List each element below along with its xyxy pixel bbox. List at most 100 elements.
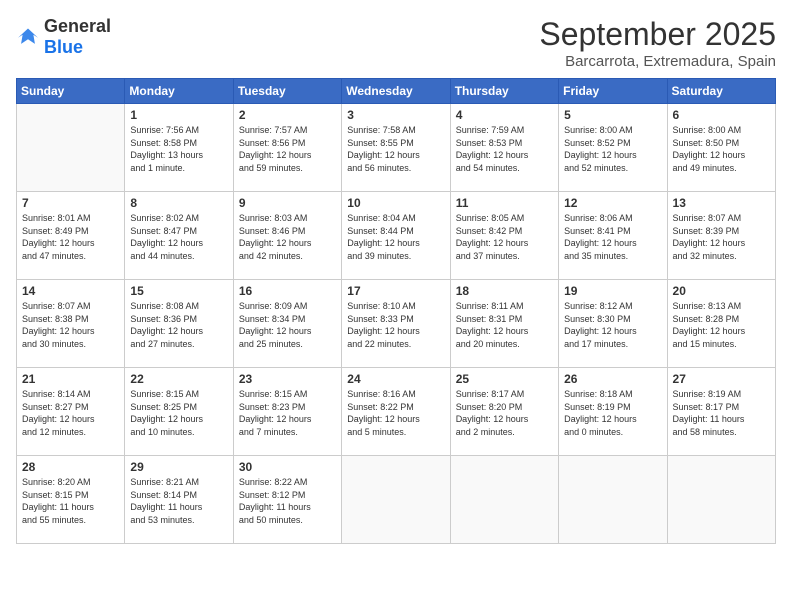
day-info: Sunrise: 8:22 AM Sunset: 8:12 PM Dayligh… bbox=[239, 476, 336, 526]
calendar-cell: 20 Sunrise: 8:13 AM Sunset: 8:28 PM Dayli… bbox=[667, 280, 775, 368]
day-info: Sunrise: 7:58 AM Sunset: 8:55 PM Dayligh… bbox=[347, 124, 444, 174]
calendar-cell bbox=[17, 104, 125, 192]
day-info: Sunrise: 8:07 AM Sunset: 8:39 PM Dayligh… bbox=[673, 212, 770, 262]
day-number: 17 bbox=[347, 284, 444, 298]
day-info: Sunrise: 8:16 AM Sunset: 8:22 PM Dayligh… bbox=[347, 388, 444, 438]
calendar-cell: 22 Sunrise: 8:15 AM Sunset: 8:25 PM Dayli… bbox=[125, 368, 233, 456]
day-number: 30 bbox=[239, 460, 336, 474]
day-info: Sunrise: 8:11 AM Sunset: 8:31 PM Dayligh… bbox=[456, 300, 553, 350]
day-number: 3 bbox=[347, 108, 444, 122]
calendar-cell: 5Sunrise: 8:00 AM Sunset: 8:52 PM Daylig… bbox=[559, 104, 667, 192]
calendar-cell: 2Sunrise: 7:57 AM Sunset: 8:56 PM Daylig… bbox=[233, 104, 341, 192]
day-number: 4 bbox=[456, 108, 553, 122]
weekday-header-monday: Monday bbox=[125, 79, 233, 104]
day-info: Sunrise: 8:15 AM Sunset: 8:23 PM Dayligh… bbox=[239, 388, 336, 438]
day-number: 7 bbox=[22, 196, 119, 210]
logo-bird-icon bbox=[16, 27, 40, 47]
calendar-cell: 19Sunrise: 8:12 AM Sunset: 8:30 PM Dayli… bbox=[559, 280, 667, 368]
day-info: Sunrise: 8:18 AM Sunset: 8:19 PM Dayligh… bbox=[564, 388, 661, 438]
calendar-cell: 30 Sunrise: 8:22 AM Sunset: 8:12 PM Dayli… bbox=[233, 456, 341, 544]
day-number: 6 bbox=[673, 108, 770, 122]
day-info: Sunrise: 8:06 AM Sunset: 8:41 PM Dayligh… bbox=[564, 212, 661, 262]
day-number: 15 bbox=[130, 284, 227, 298]
day-number: 16 bbox=[239, 284, 336, 298]
calendar-cell bbox=[667, 456, 775, 544]
calendar-cell: 24 Sunrise: 8:16 AM Sunset: 8:22 PM Dayli… bbox=[342, 368, 450, 456]
calendar-cell: 15 Sunrise: 8:08 AM Sunset: 8:36 PM Dayli… bbox=[125, 280, 233, 368]
logo-general: General bbox=[44, 16, 111, 36]
calendar-cell: 10Sunrise: 8:04 AM Sunset: 8:44 PM Dayli… bbox=[342, 192, 450, 280]
calendar-cell: 17 Sunrise: 8:10 AM Sunset: 8:33 PM Dayli… bbox=[342, 280, 450, 368]
day-info: Sunrise: 8:19 AM Sunset: 8:17 PM Dayligh… bbox=[673, 388, 770, 438]
calendar-cell: 1 Sunrise: 7:56 AM Sunset: 8:58 PM Daylig… bbox=[125, 104, 233, 192]
calendar-cell: 16 Sunrise: 8:09 AM Sunset: 8:34 PM Dayli… bbox=[233, 280, 341, 368]
day-info: Sunrise: 7:59 AM Sunset: 8:53 PM Dayligh… bbox=[456, 124, 553, 174]
day-info: Sunrise: 8:07 AM Sunset: 8:38 PM Dayligh… bbox=[22, 300, 119, 350]
calendar-cell: 8 Sunrise: 8:02 AM Sunset: 8:47 PM Daylig… bbox=[125, 192, 233, 280]
day-number: 5 bbox=[564, 108, 661, 122]
day-info: Sunrise: 8:09 AM Sunset: 8:34 PM Dayligh… bbox=[239, 300, 336, 350]
day-info: Sunrise: 8:12 AM Sunset: 8:30 PM Dayligh… bbox=[564, 300, 661, 350]
day-number: 20 bbox=[673, 284, 770, 298]
day-number: 22 bbox=[130, 372, 227, 386]
weekday-header-thursday: Thursday bbox=[450, 79, 558, 104]
calendar-cell: 18Sunrise: 8:11 AM Sunset: 8:31 PM Dayli… bbox=[450, 280, 558, 368]
day-number: 11 bbox=[456, 196, 553, 210]
calendar-cell: 9 Sunrise: 8:03 AM Sunset: 8:46 PM Daylig… bbox=[233, 192, 341, 280]
logo-blue: Blue bbox=[44, 37, 83, 57]
calendar-table: SundayMondayTuesdayWednesdayThursdayFrid… bbox=[16, 78, 776, 544]
calendar-cell: 12 Sunrise: 8:06 AM Sunset: 8:41 PM Dayli… bbox=[559, 192, 667, 280]
day-info: Sunrise: 8:20 AM Sunset: 8:15 PM Dayligh… bbox=[22, 476, 119, 526]
day-info: Sunrise: 8:05 AM Sunset: 8:42 PM Dayligh… bbox=[456, 212, 553, 262]
day-info: Sunrise: 8:17 AM Sunset: 8:20 PM Dayligh… bbox=[456, 388, 553, 438]
day-number: 25 bbox=[456, 372, 553, 386]
day-info: Sunrise: 8:08 AM Sunset: 8:36 PM Dayligh… bbox=[130, 300, 227, 350]
day-info: Sunrise: 8:10 AM Sunset: 8:33 PM Dayligh… bbox=[347, 300, 444, 350]
day-number: 27 bbox=[673, 372, 770, 386]
day-info: Sunrise: 7:57 AM Sunset: 8:56 PM Dayligh… bbox=[239, 124, 336, 174]
day-number: 29 bbox=[130, 460, 227, 474]
weekday-header-tuesday: Tuesday bbox=[233, 79, 341, 104]
weekday-header-saturday: Saturday bbox=[667, 79, 775, 104]
day-number: 8 bbox=[130, 196, 227, 210]
month-title: September 2025 bbox=[539, 16, 776, 53]
calendar-cell: 21 Sunrise: 8:14 AM Sunset: 8:27 PM Dayli… bbox=[17, 368, 125, 456]
day-number: 1 bbox=[130, 108, 227, 122]
logo: General Blue bbox=[16, 16, 111, 58]
calendar-cell: 14 Sunrise: 8:07 AM Sunset: 8:38 PM Dayli… bbox=[17, 280, 125, 368]
day-info: Sunrise: 8:15 AM Sunset: 8:25 PM Dayligh… bbox=[130, 388, 227, 438]
day-info: Sunrise: 8:13 AM Sunset: 8:28 PM Dayligh… bbox=[673, 300, 770, 350]
weekday-header-row: SundayMondayTuesdayWednesdayThursdayFrid… bbox=[17, 79, 776, 104]
day-number: 14 bbox=[22, 284, 119, 298]
day-info: Sunrise: 8:00 AM Sunset: 8:50 PM Dayligh… bbox=[673, 124, 770, 174]
calendar-week-row: 14 Sunrise: 8:07 AM Sunset: 8:38 PM Dayli… bbox=[17, 280, 776, 368]
calendar-week-row: 21 Sunrise: 8:14 AM Sunset: 8:27 PM Dayli… bbox=[17, 368, 776, 456]
day-number: 23 bbox=[239, 372, 336, 386]
calendar-cell bbox=[450, 456, 558, 544]
calendar-cell bbox=[559, 456, 667, 544]
day-info: Sunrise: 8:01 AM Sunset: 8:49 PM Dayligh… bbox=[22, 212, 119, 262]
weekday-header-sunday: Sunday bbox=[17, 79, 125, 104]
calendar-week-row: 7 Sunrise: 8:01 AM Sunset: 8:49 PM Daylig… bbox=[17, 192, 776, 280]
day-info: Sunrise: 8:02 AM Sunset: 8:47 PM Dayligh… bbox=[130, 212, 227, 262]
day-info: Sunrise: 8:04 AM Sunset: 8:44 PM Dayligh… bbox=[347, 212, 444, 262]
header: General Blue September 2025 Barcarrota, … bbox=[16, 16, 776, 70]
calendar-cell: 13 Sunrise: 8:07 AM Sunset: 8:39 PM Dayli… bbox=[667, 192, 775, 280]
day-number: 12 bbox=[564, 196, 661, 210]
calendar-cell: 27 Sunrise: 8:19 AM Sunset: 8:17 PM Dayli… bbox=[667, 368, 775, 456]
weekday-header-friday: Friday bbox=[559, 79, 667, 104]
day-info: Sunrise: 7:56 AM Sunset: 8:58 PM Dayligh… bbox=[130, 124, 227, 174]
day-number: 24 bbox=[347, 372, 444, 386]
calendar-cell: 29Sunrise: 8:21 AM Sunset: 8:14 PM Dayli… bbox=[125, 456, 233, 544]
day-number: 13 bbox=[673, 196, 770, 210]
calendar-cell: 3 Sunrise: 7:58 AM Sunset: 8:55 PM Daylig… bbox=[342, 104, 450, 192]
calendar-cell: 28Sunrise: 8:20 AM Sunset: 8:15 PM Dayli… bbox=[17, 456, 125, 544]
calendar-cell: 4 Sunrise: 7:59 AM Sunset: 8:53 PM Daylig… bbox=[450, 104, 558, 192]
day-info: Sunrise: 8:03 AM Sunset: 8:46 PM Dayligh… bbox=[239, 212, 336, 262]
calendar-week-row: 28Sunrise: 8:20 AM Sunset: 8:15 PM Dayli… bbox=[17, 456, 776, 544]
day-number: 21 bbox=[22, 372, 119, 386]
calendar-cell: 25 Sunrise: 8:17 AM Sunset: 8:20 PM Dayli… bbox=[450, 368, 558, 456]
day-info: Sunrise: 8:14 AM Sunset: 8:27 PM Dayligh… bbox=[22, 388, 119, 438]
calendar-cell: 26Sunrise: 8:18 AM Sunset: 8:19 PM Dayli… bbox=[559, 368, 667, 456]
day-number: 9 bbox=[239, 196, 336, 210]
